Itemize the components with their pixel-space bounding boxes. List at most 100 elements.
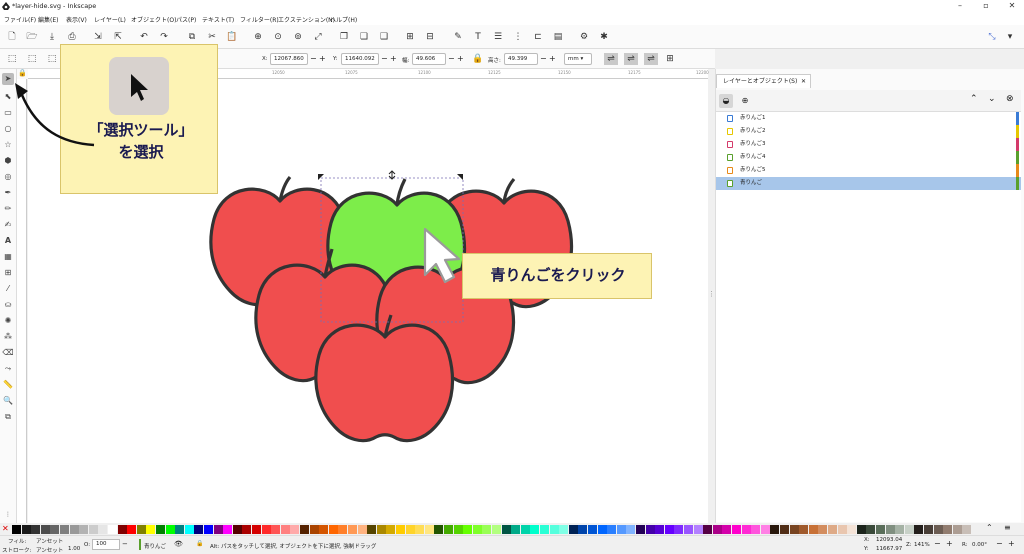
color-swatch[interactable] [626, 525, 636, 534]
height-decrement[interactable]: − [540, 53, 547, 65]
color-swatch[interactable] [396, 525, 405, 534]
color-swatch[interactable] [232, 525, 242, 534]
color-swatch[interactable] [165, 525, 175, 534]
paste-icon[interactable]: 📋 [226, 31, 238, 43]
stroke-width[interactable]: 1.00 [68, 546, 80, 552]
color-swatch[interactable] [914, 525, 924, 534]
preferences-icon[interactable]: ✱ [598, 31, 610, 43]
color-swatch[interactable] [204, 525, 213, 534]
color-swatch[interactable] [405, 525, 415, 534]
color-swatch[interactable] [511, 525, 521, 534]
cut-icon[interactable]: ✂ [206, 31, 218, 43]
x-decrement[interactable]: − [310, 53, 317, 65]
y-input[interactable]: 11640.092 [341, 53, 379, 65]
color-swatch[interactable] [722, 525, 732, 534]
color-swatch[interactable] [415, 525, 425, 534]
color-swatch[interactable] [693, 525, 703, 534]
color-swatch[interactable] [482, 525, 492, 534]
mesh-tool-icon[interactable]: ⊞ [2, 267, 14, 279]
list-item[interactable]: 赤りんご4 [716, 151, 1021, 164]
toolbox-menu-icon[interactable]: ⋮ [2, 509, 14, 521]
color-swatch[interactable] [50, 525, 60, 534]
zoom-value[interactable]: 141% [914, 542, 930, 548]
width-increment[interactable]: + [457, 53, 464, 65]
color-swatch[interactable] [520, 525, 530, 534]
color-swatch[interactable] [309, 525, 319, 534]
menu-help[interactable]: ヘルプ(H) [330, 15, 357, 24]
zoom-tool-icon[interactable]: 🔍 [2, 395, 14, 407]
dropper-tool-icon[interactable]: ⁄ [2, 283, 14, 295]
color-swatch[interactable] [559, 525, 569, 534]
xml-editor-icon[interactable]: ⋮ [512, 31, 524, 43]
color-swatch[interactable] [108, 525, 117, 534]
color-swatch[interactable] [789, 525, 799, 534]
color-swatch[interactable] [21, 525, 31, 534]
width-decrement[interactable]: − [448, 53, 455, 65]
text-font-icon[interactable]: T [472, 31, 484, 43]
color-swatch[interactable] [684, 525, 693, 534]
color-swatch[interactable] [751, 525, 761, 534]
color-swatch[interactable] [808, 525, 818, 534]
unit-select[interactable]: mm ▾ [564, 53, 592, 65]
color-swatch[interactable] [703, 525, 713, 534]
fill-value[interactable]: アンセット [36, 537, 63, 545]
color-swatch[interactable] [424, 525, 434, 534]
print-icon[interactable]: ⎙ [66, 31, 78, 43]
move-up-icon[interactable]: ⌃ [970, 94, 978, 104]
layers-icon[interactable]: ☰ [492, 31, 504, 43]
zoom-drawing-icon[interactable]: ⊙ [272, 31, 284, 43]
gradient-tool-icon[interactable]: ▦ [2, 251, 14, 263]
color-swatch[interactable] [760, 525, 770, 534]
layer-icon[interactable]: ◒ [719, 94, 733, 108]
palette-up-icon[interactable]: ⌃ [986, 523, 993, 532]
color-swatch[interactable] [952, 525, 962, 534]
color-swatch[interactable] [79, 525, 89, 534]
select-all-layers-icon[interactable]: ⬚ [26, 53, 38, 65]
color-swatch[interactable] [664, 525, 674, 534]
zoom-in-icon[interactable]: + [946, 539, 953, 548]
list-item[interactable]: 赤りんご3 [716, 138, 1021, 151]
color-swatch[interactable] [607, 525, 617, 534]
layer-lock-icon[interactable]: 🔒 [196, 540, 203, 547]
color-swatch[interactable] [271, 525, 281, 534]
visibility-eye-icon[interactable]: 👁 [174, 540, 183, 548]
color-swatch[interactable] [597, 525, 607, 534]
color-swatch[interactable] [501, 525, 511, 534]
snap-options-icon[interactable]: ▾ [1004, 31, 1016, 43]
color-swatch[interactable] [540, 525, 549, 534]
color-swatch[interactable] [386, 525, 396, 534]
color-swatch[interactable] [924, 525, 933, 534]
color-swatch[interactable] [645, 525, 655, 534]
color-swatch[interactable] [712, 525, 722, 534]
pencil-tool-icon[interactable]: ✏ [2, 203, 14, 215]
color-swatch[interactable] [876, 525, 885, 534]
lock-ratio-icon[interactable]: 🔒 [472, 53, 484, 65]
color-swatch[interactable] [472, 525, 482, 534]
palette-menu-icon[interactable]: ≡ [1004, 523, 1011, 532]
red-apple-5[interactable] [314, 314, 455, 443]
menu-layer[interactable]: レイヤー(L) [94, 15, 126, 24]
minimize-button[interactable]: – [950, 1, 970, 11]
color-swatch[interactable] [837, 525, 847, 534]
open-file-icon[interactable]: 🗁 [26, 31, 38, 43]
zoom-out-icon[interactable]: − [934, 539, 941, 548]
transform-patterns-icon[interactable]: ⊞ [664, 53, 676, 65]
ungroup-icon[interactable]: ⊟ [424, 31, 436, 43]
spray-tool-icon[interactable]: ⁂ [2, 331, 14, 343]
no-paint-swatch[interactable]: ✕ [2, 524, 9, 533]
menu-path[interactable]: パス(P) [176, 15, 196, 24]
color-swatch[interactable] [184, 525, 194, 534]
close-tab-icon[interactable]: ✕ [801, 75, 806, 89]
eraser-tool-icon[interactable]: ⌫ [2, 347, 14, 359]
color-swatch[interactable] [933, 525, 943, 534]
scale-corners-icon[interactable]: ⇌ [624, 53, 638, 65]
color-swatch[interactable] [12, 525, 21, 534]
color-swatch[interactable] [300, 525, 309, 534]
fill-stroke-icon[interactable]: ✎ [452, 31, 464, 43]
color-swatch[interactable] [588, 525, 597, 534]
color-swatch[interactable] [367, 525, 377, 534]
color-swatch[interactable] [280, 525, 290, 534]
x-increment[interactable]: + [319, 53, 326, 65]
color-swatch[interactable] [866, 525, 876, 534]
color-swatch[interactable] [463, 525, 473, 534]
